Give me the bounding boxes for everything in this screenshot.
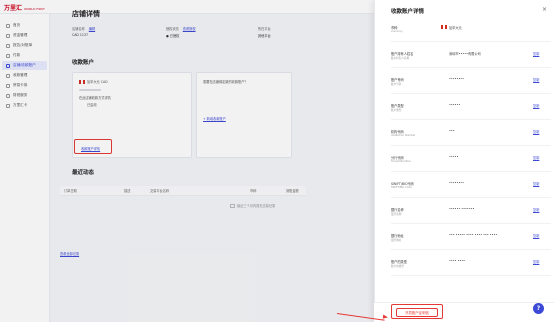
overlay-mask[interactable]	[0, 0, 374, 322]
field-value: •••	[449, 129, 455, 133]
copy-link[interactable]: 复制	[533, 129, 539, 134]
field-sublabel: 银行地址	[391, 239, 402, 242]
detail-field: 分行代码 Transit Number ••••• 复制	[391, 152, 551, 172]
help-icon[interactable]: ?	[533, 303, 544, 314]
field-value: ••••••	[449, 103, 461, 107]
close-icon[interactable]: ×	[542, 6, 547, 13]
field-value: ••••••••	[449, 181, 465, 185]
field-sublabel: Institution Number	[391, 134, 416, 137]
copy-link[interactable]: 复制	[533, 181, 539, 186]
annotation-arrow-head	[382, 314, 389, 320]
field-value: ••• ••••• •••• •••• ••• ••••	[449, 233, 498, 237]
copy-link[interactable]: 复制	[533, 233, 539, 238]
field-value: 深圳市•••••有限公司	[449, 52, 481, 56]
detail-field: 银行地址 银行地址 ••• ••••• •••• •••• ••• •••• 复制	[391, 230, 551, 250]
field-value: 加拿大元	[449, 26, 462, 30]
field-value: •••••• •••••••	[449, 207, 475, 211]
detail-field: SWIFT/BIC代码 SWIFT/BIC Code •••••••• 复制	[391, 178, 551, 198]
field-sublabel: Transit Number	[391, 160, 411, 163]
field-sublabel: 账户持有人名称	[391, 57, 410, 60]
detail-field: 账户号码 账户号码 •••••••• 复制	[391, 74, 551, 94]
field-sublabel: 银行名称	[391, 213, 402, 216]
detail-field: 账户持有人姓名 账户持有人名称 深圳市•••••有限公司 复制	[391, 48, 551, 68]
highlight-box	[391, 304, 443, 319]
copy-link[interactable]: 复制	[533, 77, 539, 82]
copy-link[interactable]: 复制	[533, 259, 539, 264]
detail-field: 机构代码 Institution Number ••• 复制	[391, 126, 551, 146]
field-sublabel: 账户的类型	[391, 265, 404, 268]
field-sublabel: SWIFT/BIC Code	[391, 186, 412, 189]
copy-link[interactable]: 复制	[533, 207, 539, 212]
copy-link[interactable]: 复制	[533, 103, 539, 108]
detail-field: 账户类型 账户类型 •••••• 复制	[391, 100, 551, 120]
panel-title: 收款账户详情	[391, 9, 425, 15]
field-sublabel: Currency	[391, 30, 403, 33]
detail-field: 账户的类型 账户的类型 •••• •••• 复制	[391, 256, 551, 276]
copy-link[interactable]: 复制	[533, 51, 539, 56]
field-sublabel: 账户类型	[391, 109, 402, 112]
field-value: •••••	[449, 155, 459, 159]
account-detail-panel: 收款账户详情 × 币种 Currency 加拿大元 账户持有人姓名 账户持有人名称 深圳市…	[374, 0, 554, 322]
detail-field: 银行名称 银行名称 •••••• ••••••• 复制	[391, 204, 551, 224]
field-value: •••• ••••	[449, 259, 466, 263]
field-value: ••••••••	[449, 77, 465, 81]
copy-link[interactable]: 复制	[533, 155, 539, 160]
field-sublabel: 账户号码	[391, 83, 402, 86]
canada-flag-icon	[441, 25, 447, 29]
detail-field: 币种 Currency 加拿大元	[391, 22, 551, 42]
